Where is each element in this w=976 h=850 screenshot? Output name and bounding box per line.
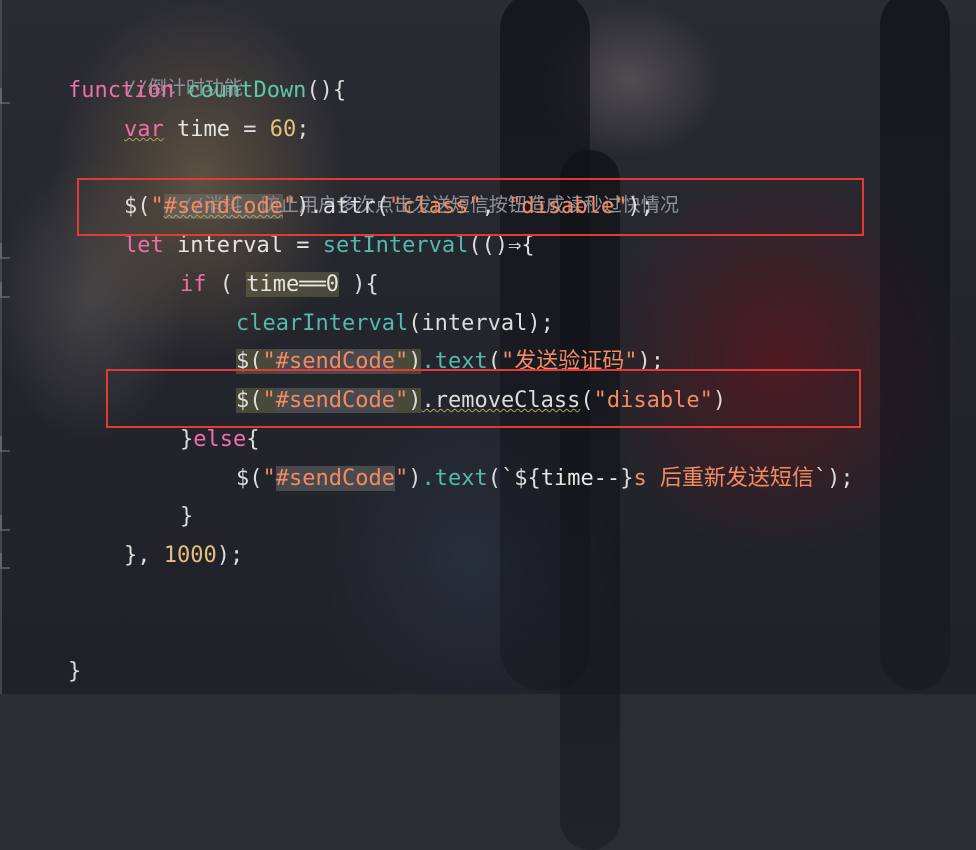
code-line-1: //倒计时功能 — [72, 34, 243, 99]
code-line-2: function countDown(){ — [68, 73, 346, 109]
quote: " — [394, 466, 409, 491]
punctuation: ; — [296, 117, 310, 142]
method-text: .text — [421, 466, 488, 491]
code-editor[interactable]: //倒计时功能 function countDown(){ var time =… — [0, 0, 976, 694]
keyword-else: else — [193, 427, 247, 452]
operator: = — [229, 117, 270, 142]
punctuation: } — [180, 427, 194, 452]
code-line-7: if ( time══0 ){ — [180, 267, 379, 303]
template-string: s 后重新发送短信 — [633, 466, 814, 491]
number-literal: 1000 — [163, 543, 217, 568]
code-line-8: clearInterval(interval); — [236, 306, 554, 342]
variable-interval: interval = — [163, 233, 323, 258]
variable-time: time — [177, 117, 230, 142]
code-line-3: var time = 60; — [124, 112, 309, 148]
selector-string: #sendCode — [275, 466, 395, 491]
keyword-let: let — [124, 233, 164, 258]
condition: time══0 — [246, 272, 339, 297]
jquery-dollar: $( — [236, 466, 263, 491]
highlight-box-attr — [77, 178, 864, 236]
highlight-box-removeclass — [106, 369, 861, 428]
punctuation: (()⇒{ — [468, 233, 535, 258]
function-call: clearInterval — [236, 311, 409, 336]
punctuation: (` — [487, 466, 515, 491]
quote: " — [262, 466, 276, 491]
keyword-function: function — [68, 78, 174, 103]
punctuation: ){ — [338, 272, 379, 297]
code-line-12: $("#sendCode").text(`${time--}s 后重新发送短信`… — [236, 461, 854, 497]
punctuation: ); — [216, 543, 244, 568]
punctuation: ( — [206, 272, 247, 297]
template-expression: time-- — [540, 466, 621, 491]
punctuation: (){ — [306, 78, 347, 103]
template-close: } — [620, 466, 634, 491]
punctuation: }, — [124, 543, 164, 568]
code-line-15: } — [68, 654, 81, 690]
punctuation: (interval); — [408, 311, 554, 336]
template-open: ${ — [514, 466, 541, 491]
punctuation: `); — [813, 466, 854, 491]
function-call: setInterval — [322, 233, 469, 258]
punctuation: ) — [408, 466, 422, 491]
code-line-14: }, 1000); — [124, 538, 243, 574]
punctuation: } — [180, 504, 194, 529]
function-name: countDown — [187, 78, 307, 103]
code-line-13: } — [180, 499, 193, 535]
punctuation: } — [68, 659, 82, 684]
keyword-var: var — [124, 117, 164, 142]
punctuation: { — [246, 427, 260, 452]
number-literal: 60 — [269, 117, 297, 142]
keyword-if: if — [180, 272, 207, 297]
